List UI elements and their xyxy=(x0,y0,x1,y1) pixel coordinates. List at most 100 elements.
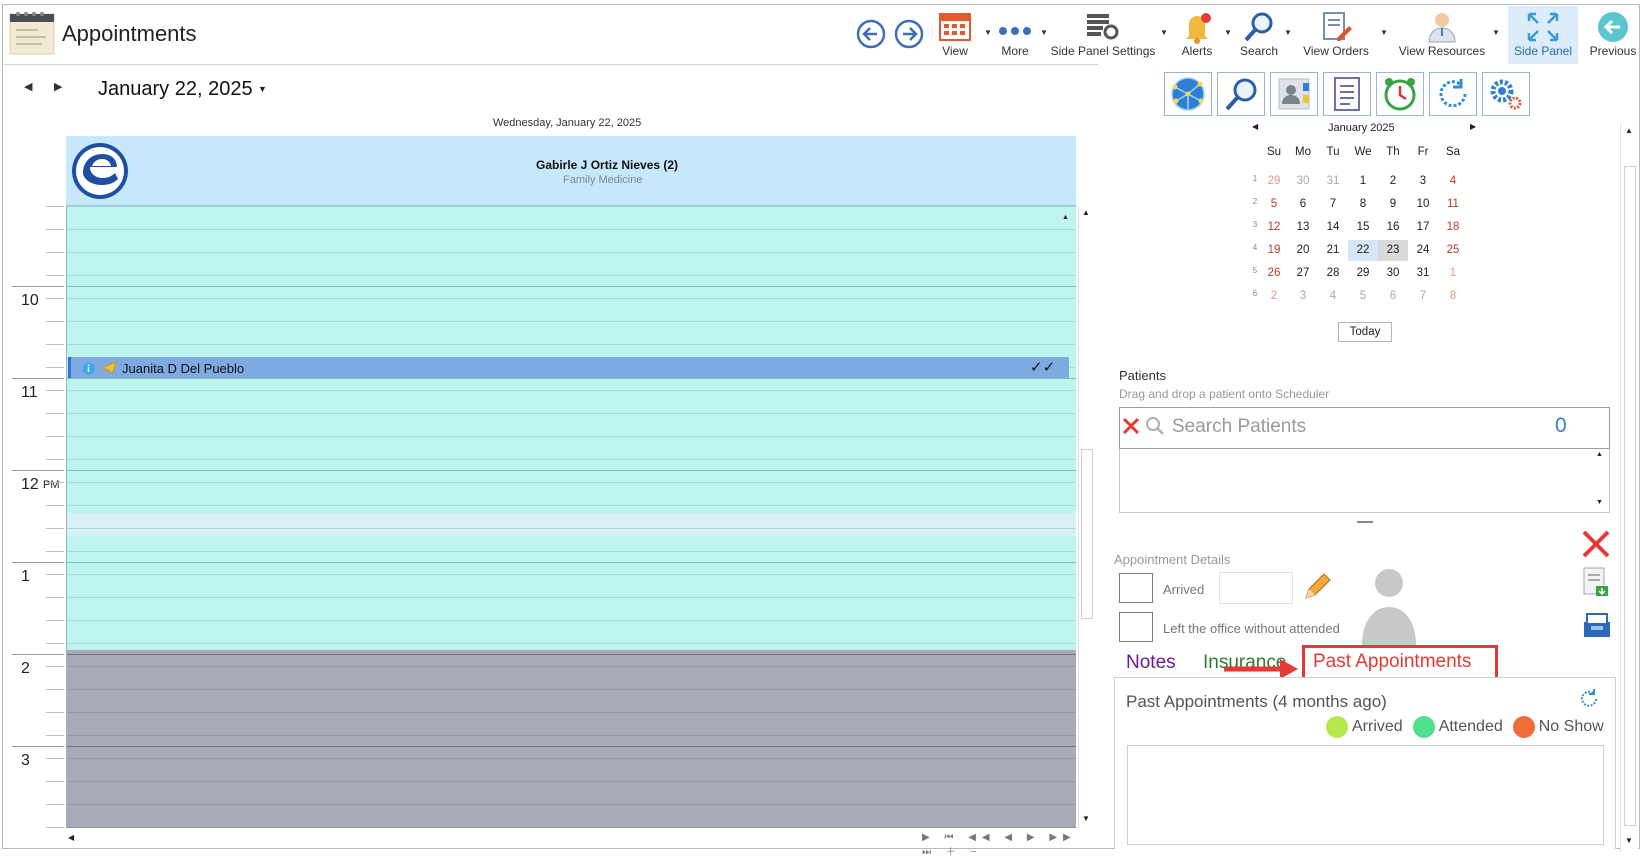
cal-day[interactable]: 22 xyxy=(1348,240,1378,261)
results-scroll-down-icon[interactable]: ▼ xyxy=(1596,499,1603,506)
info-icon[interactable] xyxy=(82,362,95,380)
scroll-up-icon[interactable]: ▲ xyxy=(1082,208,1090,217)
cal-day[interactable]: 5 xyxy=(1348,286,1378,307)
cal-day[interactable]: 9 xyxy=(1378,194,1408,215)
arrived-checkbox[interactable] xyxy=(1119,573,1153,603)
cal-day[interactable]: 3 xyxy=(1288,286,1318,307)
cal-day[interactable]: 24 xyxy=(1408,240,1438,261)
cal-day[interactable]: 27 xyxy=(1288,263,1318,284)
cal-day[interactable]: 1 xyxy=(1348,171,1378,192)
splitter-handle[interactable] xyxy=(1357,521,1373,523)
checklist-button[interactable] xyxy=(1323,72,1371,116)
scroll-down-icon[interactable]: ▼ xyxy=(1082,814,1090,823)
side-panel-settings-dropdown-icon[interactable]: ▼ xyxy=(1160,28,1168,37)
cal-day[interactable]: 16 xyxy=(1378,217,1408,238)
cal-day[interactable]: 2 xyxy=(1259,286,1289,307)
patient-card-button[interactable] xyxy=(1270,72,1318,116)
cal-day[interactable]: 10 xyxy=(1408,194,1438,215)
side-scroll-up-icon[interactable]: ▲ xyxy=(1625,126,1633,135)
cal-day[interactable]: 2 xyxy=(1378,171,1408,192)
cal-day[interactable]: 7 xyxy=(1318,194,1348,215)
prev-day-button[interactable]: ◀ xyxy=(24,80,32,93)
scroll-thumb[interactable] xyxy=(1081,449,1093,619)
cal-day[interactable]: 7 xyxy=(1408,286,1438,307)
cal-day[interactable]: 21 xyxy=(1318,240,1348,261)
alerts-button[interactable]: Alerts xyxy=(1172,6,1222,62)
highlighted-slot[interactable] xyxy=(66,513,1076,536)
document-download-icon[interactable] xyxy=(1582,566,1610,603)
cal-day[interactable]: 1 xyxy=(1438,263,1468,284)
cal-day[interactable]: 6 xyxy=(1378,286,1408,307)
available-slots[interactable] xyxy=(66,206,1076,650)
back-arrow-button[interactable] xyxy=(855,18,887,55)
schedule-vertical-scrollbar[interactable]: ▲ ▼ xyxy=(1078,206,1096,828)
cal-day[interactable]: 23 xyxy=(1378,240,1408,261)
alarm-clock-button[interactable] xyxy=(1376,72,1424,116)
past-appointments-list[interactable] xyxy=(1127,745,1604,845)
cal-day[interactable]: 29 xyxy=(1259,171,1289,192)
current-date-selector[interactable]: January 22, 2025 xyxy=(98,78,253,101)
archive-tray-icon[interactable] xyxy=(1582,610,1612,645)
cal-day[interactable]: 8 xyxy=(1348,194,1378,215)
side-scroll-down-icon[interactable]: ▼ xyxy=(1625,836,1633,845)
tab-notes[interactable]: Notes xyxy=(1126,652,1176,674)
clear-search-icon[interactable] xyxy=(1121,416,1141,441)
arrived-time-field[interactable] xyxy=(1219,572,1293,604)
scroll-left-icon[interactable]: ◀ xyxy=(68,833,74,842)
cal-day[interactable]: 14 xyxy=(1318,217,1348,238)
side-panel-scrollbar[interactable]: ▲ ▼ xyxy=(1620,122,1638,852)
cal-day[interactable]: 11 xyxy=(1438,194,1468,215)
patient-results-list[interactable]: ▲ ▼ xyxy=(1119,449,1610,513)
cal-day[interactable]: 19 xyxy=(1259,240,1289,261)
cal-day[interactable]: 26 xyxy=(1259,263,1289,284)
cal-day[interactable]: 30 xyxy=(1288,171,1318,192)
view-orders-dropdown-icon[interactable]: ▼ xyxy=(1380,28,1388,37)
results-scroll-up-icon[interactable]: ▲ xyxy=(1596,451,1603,458)
date-dropdown-icon[interactable]: ▼ xyxy=(258,84,267,94)
left-office-checkbox[interactable] xyxy=(1119,612,1153,642)
view-resources-dropdown-icon[interactable]: ▼ xyxy=(1492,28,1500,37)
side-panel-settings-button[interactable]: Side Panel Settings xyxy=(1050,6,1156,62)
view-resources-button[interactable]: View Resources xyxy=(1396,6,1488,62)
cal-day[interactable]: 20 xyxy=(1288,240,1318,261)
more-dropdown-icon[interactable]: ▼ xyxy=(1040,28,1048,37)
pencil-edit-icon[interactable] xyxy=(1300,570,1334,609)
schedule-grid[interactable] xyxy=(66,206,1076,828)
cal-day[interactable]: 30 xyxy=(1378,263,1408,284)
cal-day[interactable]: 31 xyxy=(1408,263,1438,284)
cal-day[interactable]: 4 xyxy=(1438,171,1468,192)
cal-day[interactable]: 8 xyxy=(1438,286,1468,307)
cal-day[interactable]: 5 xyxy=(1259,194,1289,215)
cal-day[interactable]: 4 xyxy=(1318,286,1348,307)
search-dropdown-icon[interactable]: ▼ xyxy=(1284,28,1292,37)
alerts-dropdown-icon[interactable]: ▼ xyxy=(1224,28,1232,37)
view-orders-button[interactable]: View Orders xyxy=(1296,6,1376,62)
cal-day[interactable]: 12 xyxy=(1259,217,1289,238)
search-patients-input[interactable]: Search Patients xyxy=(1172,416,1306,438)
forward-arrow-button[interactable] xyxy=(893,18,925,55)
cal-day[interactable]: 25 xyxy=(1438,240,1468,261)
tab-past-appointments[interactable]: Past Appointments xyxy=(1313,651,1471,673)
side-panel-button[interactable]: Side Panel xyxy=(1508,6,1578,62)
cal-day[interactable]: 6 xyxy=(1288,194,1318,215)
more-button[interactable]: More xyxy=(990,6,1040,62)
schedule-horizontal-nav[interactable]: ◀ ▶ ⏮ ◀◀ ◀ ▶ ▶▶ ⏭ ＋ − xyxy=(66,831,1096,858)
side-scroll-thumb[interactable] xyxy=(1624,166,1636,826)
refresh-past-icon[interactable] xyxy=(1577,687,1601,716)
cal-day[interactable]: 29 xyxy=(1348,263,1378,284)
cal-day[interactable]: 28 xyxy=(1318,263,1348,284)
scroll-to-top-icon[interactable]: ▲ xyxy=(1062,214,1069,221)
navigation-buttons[interactable]: ▶ ⏮ ◀◀ ◀ ▶ ▶▶ ⏭ ＋ − xyxy=(922,832,1096,858)
today-button[interactable]: Today xyxy=(1338,322,1392,342)
delete-x-icon[interactable] xyxy=(1580,528,1612,565)
cal-day[interactable]: 18 xyxy=(1438,217,1468,238)
cal-day[interactable]: 31 xyxy=(1318,171,1348,192)
next-day-button[interactable]: ▶ xyxy=(54,80,62,93)
previous-button[interactable]: Previous xyxy=(1586,6,1640,62)
settings-gears-button[interactable] xyxy=(1482,72,1530,116)
cal-day[interactable]: 15 xyxy=(1348,217,1378,238)
search-panel-button[interactable] xyxy=(1217,72,1265,116)
cal-next-month-button[interactable]: ▶ xyxy=(1470,122,1476,131)
cal-day[interactable]: 17 xyxy=(1408,217,1438,238)
refresh-button[interactable] xyxy=(1429,72,1477,116)
